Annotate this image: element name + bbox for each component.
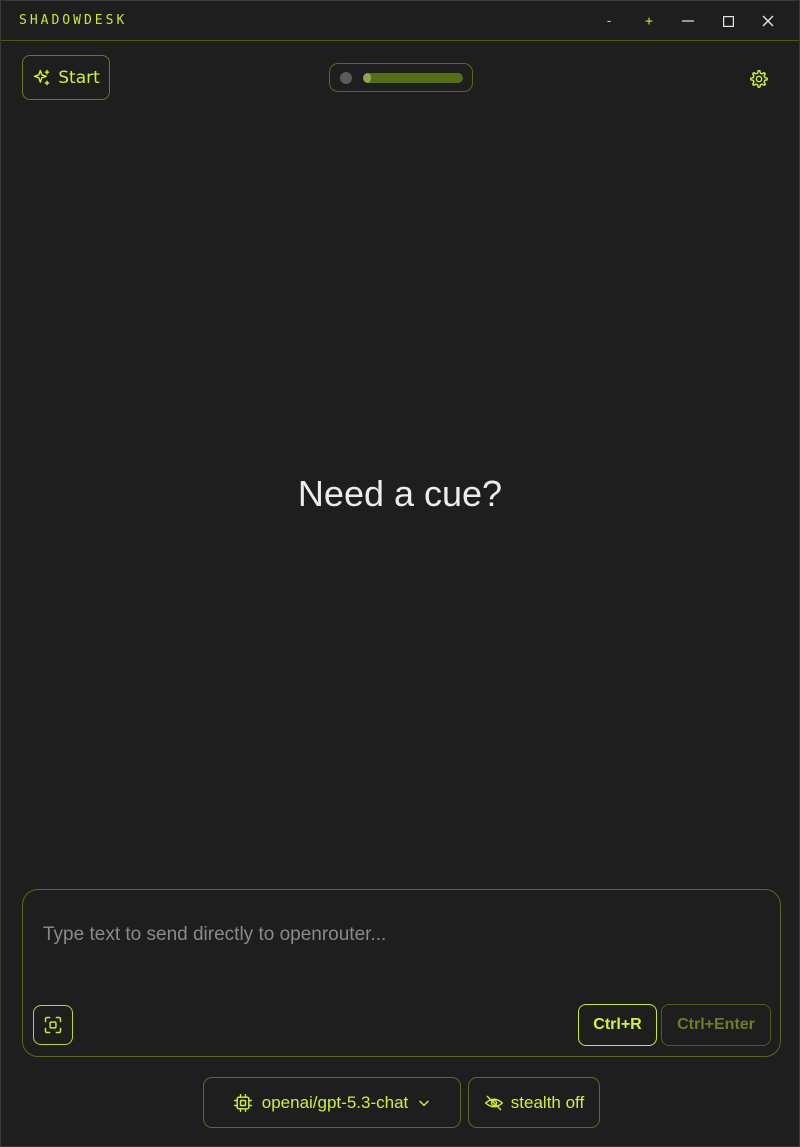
audio-level-meter (363, 73, 463, 83)
status-indicator (329, 63, 473, 92)
settings-button[interactable] (746, 66, 772, 92)
zoom-out-label: - (605, 13, 613, 29)
maximize-icon (722, 15, 734, 27)
recording-status-dot (340, 72, 352, 84)
title-bar: SHADOWDESK - + (1, 1, 799, 41)
cpu-chip-icon (233, 1093, 252, 1112)
screen-capture-button[interactable] (33, 1005, 73, 1045)
compose-box: Ctrl+R Ctrl+Enter (22, 889, 781, 1057)
app-title: SHADOWDESK (19, 13, 128, 28)
send-shortcut-button[interactable]: Ctrl+Enter (661, 1004, 771, 1046)
maximize-button[interactable] (714, 9, 742, 33)
eye-off-icon (484, 1095, 503, 1110)
screen-capture-icon (44, 1016, 62, 1034)
start-button[interactable]: Start (22, 55, 110, 100)
model-selector[interactable]: openai/gpt-5.3-chat (203, 1077, 461, 1128)
start-label: Start (58, 67, 100, 88)
zoom-in-button[interactable]: + (635, 9, 663, 33)
stealth-toggle[interactable]: stealth off (468, 1077, 600, 1128)
sparkles-icon (34, 69, 50, 85)
empty-state-prompt: Need a cue? (297, 473, 503, 514)
stealth-label: stealth off (510, 1092, 585, 1112)
ctrl-r-shortcut-button[interactable]: Ctrl+R (578, 1004, 657, 1046)
app-window: SHADOWDESK - + Start Need a cue? Type te… (0, 0, 800, 1147)
close-button[interactable] (754, 9, 782, 33)
message-input[interactable] (43, 920, 743, 950)
minimize-button[interactable] (674, 9, 702, 33)
model-label: openai/gpt-5.3-chat (261, 1092, 409, 1112)
chevron-down-icon (419, 1100, 430, 1106)
minimize-icon (682, 20, 694, 22)
gear-icon (750, 70, 768, 88)
zoom-in-label: + (645, 13, 653, 29)
audio-level-fill (363, 73, 371, 83)
close-icon (762, 15, 774, 27)
zoom-out-button[interactable]: - (595, 9, 623, 33)
